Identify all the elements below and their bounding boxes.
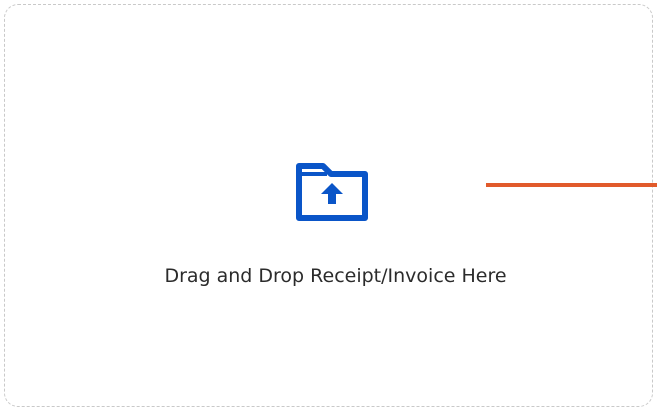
folder-upload-icon [296,163,368,221]
file-dropzone[interactable]: Drag and Drop Receipt/Invoice Here [4,4,653,407]
upload-canvas: Drag and Drop Receipt/Invoice Here [0,0,657,411]
accent-line [486,183,657,187]
dropzone-label: Drag and Drop Receipt/Invoice Here [164,265,507,287]
